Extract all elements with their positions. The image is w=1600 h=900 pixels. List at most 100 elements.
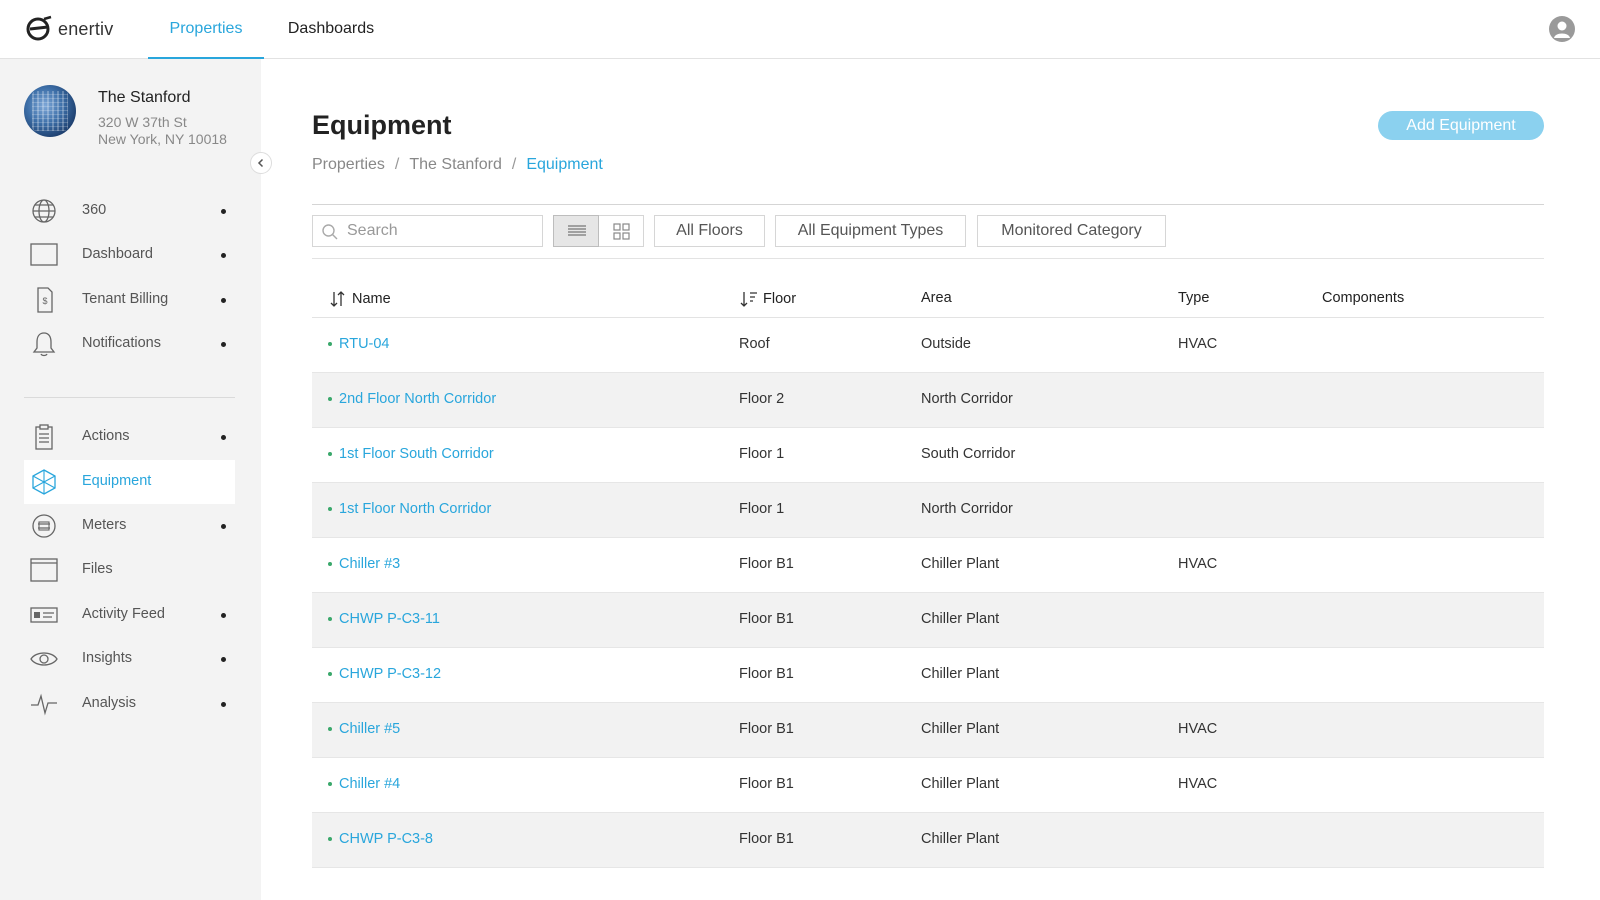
status-dot [328, 617, 332, 621]
equipment-name-link[interactable]: Chiller #5 [328, 721, 400, 737]
floor-cell: Floor B1 [739, 831, 794, 847]
globe-icon [32, 199, 56, 223]
table-row[interactable]: RTU-04 Roof Outside HVAC [312, 318, 1544, 373]
equipment-name-link[interactable]: 1st Floor South Corridor [328, 446, 494, 462]
sidebar-item-equipment[interactable]: Equipment [24, 460, 235, 504]
list-view-button[interactable] [553, 215, 599, 247]
pulse-icon [31, 693, 57, 716]
property-address-line1: 320 W 37th St [98, 114, 187, 130]
equipment-name-link[interactable]: CHWP P-C3-8 [328, 831, 433, 847]
tab-properties[interactable]: Properties [148, 0, 264, 59]
breadcrumb-property[interactable]: The Stanford [409, 156, 502, 174]
eye-icon [30, 652, 58, 666]
table-row[interactable]: CHWP P-C3-12 Floor B1 Chiller Plant [312, 648, 1544, 703]
search-box [312, 215, 543, 247]
sidebar-item-label: Notifications [82, 335, 161, 351]
sidebar-item-label: Actions [82, 428, 130, 444]
floor-cell: Floor B1 [739, 776, 794, 792]
notification-dot [221, 613, 226, 618]
area-cell: Chiller Plant [921, 556, 1000, 572]
add-equipment-button[interactable]: Add Equipment [1378, 111, 1544, 140]
bell-icon [32, 332, 56, 357]
area-cell: Chiller Plant [921, 611, 1000, 627]
user-avatar-icon[interactable] [1549, 16, 1575, 42]
property-photo [24, 85, 76, 137]
toolbar-top-divider [312, 204, 1544, 205]
sidebar-item-actions[interactable]: Actions [24, 415, 235, 459]
sort-arrows-icon [330, 291, 345, 307]
sidebar-item-360[interactable]: 360 [24, 189, 235, 233]
sidebar-item-label: Analysis [82, 695, 136, 711]
sidebar-item-notifications[interactable]: Notifications [24, 322, 235, 366]
column-header-label: Name [352, 291, 391, 307]
sidebar-item-analysis[interactable]: Analysis [24, 682, 235, 726]
equipment-name-link[interactable]: CHWP P-C3-12 [328, 666, 441, 682]
sidebar-item-files[interactable]: Files [24, 548, 235, 592]
column-header-floor[interactable]: Floor [739, 290, 796, 308]
area-cell: North Corridor [921, 391, 1013, 407]
enertiv-logo[interactable]: enertiv [24, 14, 113, 44]
type-cell: HVAC [1178, 721, 1218, 737]
svg-text:$: $ [42, 296, 47, 306]
table-row[interactable]: CHWP P-C3-8 Floor B1 Chiller Plant [312, 813, 1544, 868]
tab-dashboards[interactable]: Dashboards [276, 0, 386, 59]
activity-card-icon [30, 607, 58, 623]
sidebar-item-label: Activity Feed [82, 606, 165, 622]
status-dot [328, 782, 332, 786]
sidebar-item-label: Files [82, 561, 113, 577]
equipment-name-link[interactable]: RTU-04 [328, 336, 390, 352]
type-cell: HVAC [1178, 336, 1218, 352]
breadcrumb-current: Equipment [526, 156, 603, 173]
equipment-name-link[interactable]: Chiller #4 [328, 776, 400, 792]
column-header-components[interactable]: Components [1322, 290, 1404, 306]
collapse-sidebar-button[interactable] [250, 152, 272, 174]
floor-cell: Floor 2 [739, 391, 785, 407]
equipment-name-link[interactable]: 1st Floor North Corridor [328, 501, 491, 517]
sidebar-item-label: Meters [82, 517, 127, 533]
sidebar-divider [24, 397, 235, 398]
all-floors-filter[interactable]: All Floors [654, 215, 765, 247]
column-header-label: Floor [763, 291, 797, 307]
sidebar-item-insights[interactable]: Insights [24, 637, 235, 681]
monitored-category-filter[interactable]: Monitored Category [977, 215, 1166, 247]
table-row[interactable]: 1st Floor North Corridor Floor 1 North C… [312, 483, 1544, 538]
search-icon [322, 224, 338, 240]
sidebar-item-label: Tenant Billing [82, 291, 169, 307]
bill-icon: $ [37, 287, 53, 313]
breadcrumb-separator: / [511, 156, 517, 173]
column-header-type[interactable]: Type [1178, 290, 1209, 306]
table-row[interactable]: Chiller #4 Floor B1 Chiller Plant HVAC [312, 758, 1544, 813]
sidebar-item-meters[interactable]: Meters [24, 504, 235, 548]
floor-cell: Floor B1 [739, 666, 794, 682]
status-dot [328, 507, 332, 511]
equipment-name-link[interactable]: CHWP P-C3-11 [328, 611, 440, 627]
table-row[interactable]: 1st Floor South Corridor Floor 1 South C… [312, 428, 1544, 483]
column-header-area[interactable]: Area [921, 290, 952, 306]
equipment-name-link[interactable]: 2nd Floor North Corridor [328, 391, 496, 407]
table-row[interactable]: Chiller #5 Floor B1 Chiller Plant HVAC [312, 703, 1544, 758]
equipment-types-filter[interactable]: All Equipment Types [775, 215, 966, 247]
breadcrumb-properties[interactable]: Properties [312, 156, 385, 174]
equipment-name: RTU-04 [339, 336, 390, 352]
status-dot [328, 452, 332, 456]
notification-dot [221, 435, 226, 440]
page-title: Equipment [312, 110, 452, 140]
area-cell: Outside [921, 336, 971, 352]
search-input[interactable] [347, 220, 537, 242]
floor-cell: Floor B1 [739, 611, 794, 627]
grid-view-button[interactable] [599, 215, 644, 247]
notification-dot [221, 209, 226, 214]
table-row[interactable]: CHWP P-C3-11 Floor B1 Chiller Plant [312, 593, 1544, 648]
column-header-name[interactable]: Name [328, 290, 391, 308]
table-row[interactable]: Chiller #3 Floor B1 Chiller Plant HVAC [312, 538, 1544, 593]
table-row[interactable]: 2nd Floor North Corridor Floor 2 North C… [312, 373, 1544, 428]
status-dot [328, 837, 332, 841]
equipment-name-link[interactable]: Chiller #3 [328, 556, 400, 572]
type-cell: HVAC [1178, 776, 1218, 792]
sidebar-item-tenant-billing[interactable]: $ Tenant Billing [24, 278, 235, 322]
sidebar-item-activity-feed[interactable]: Activity Feed [24, 593, 235, 637]
floor-cell: Roof [739, 336, 770, 352]
equipment-name: CHWP P-C3-11 [339, 611, 440, 627]
sidebar-item-dashboard[interactable]: Dashboard [24, 233, 235, 277]
equipment-name: 2nd Floor North Corridor [339, 391, 497, 407]
